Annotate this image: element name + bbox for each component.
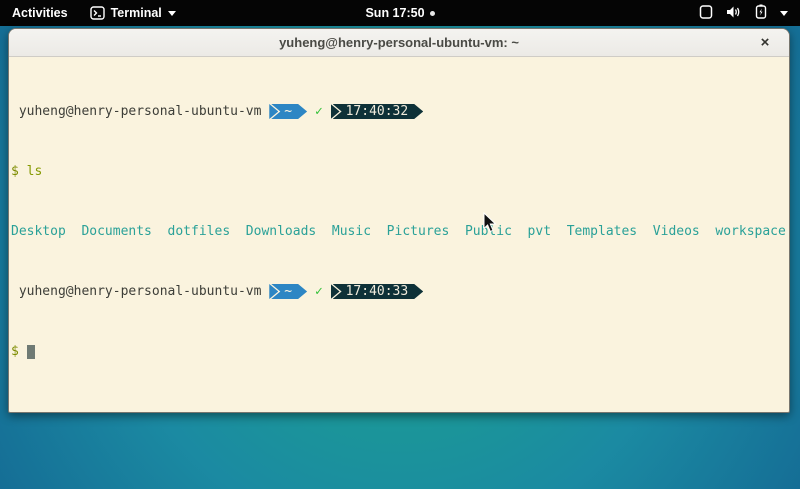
activities-button[interactable]: Activities bbox=[0, 0, 80, 26]
system-status-area[interactable] bbox=[687, 0, 800, 26]
app-menu-terminal[interactable]: Terminal bbox=[80, 0, 186, 26]
system-menu-chevron-icon bbox=[780, 11, 788, 16]
input-line[interactable]: $ bbox=[11, 344, 787, 359]
battery-charging-icon bbox=[755, 4, 767, 22]
mouse-cursor-icon bbox=[483, 212, 497, 238]
prompt-time-segment: 17:40:32 bbox=[333, 104, 424, 119]
command-line: $ ls bbox=[11, 164, 787, 179]
activities-label: Activities bbox=[12, 6, 68, 20]
window-title: yuheng@henry-personal-ubuntu-vm: ~ bbox=[279, 35, 519, 50]
clock-label: Sun 17:50 bbox=[365, 6, 424, 20]
command-text: ls bbox=[27, 164, 43, 179]
chevron-down-icon bbox=[168, 11, 176, 16]
prompt-line: yuheng@henry-personal-ubuntu-vm ~ ✓ 17:4… bbox=[11, 104, 787, 119]
app-menu-label: Terminal bbox=[111, 6, 162, 20]
prompt-user: yuheng@henry-personal-ubuntu-vm bbox=[11, 104, 269, 119]
status-ok-icon: ✓ bbox=[315, 104, 323, 119]
status-ok-icon: ✓ bbox=[315, 284, 323, 299]
terminal-content[interactable]: yuheng@henry-personal-ubuntu-vm ~ ✓ 17:4… bbox=[9, 57, 789, 413]
prompt-line: yuheng@henry-personal-ubuntu-vm ~ ✓ 17:4… bbox=[11, 284, 787, 299]
prompt-symbol: $ bbox=[11, 164, 19, 179]
terminal-window: yuheng@henry-personal-ubuntu-vm: ~ × yuh… bbox=[8, 28, 790, 413]
prompt-user: yuheng@henry-personal-ubuntu-vm bbox=[11, 284, 269, 299]
close-button[interactable]: × bbox=[755, 33, 775, 53]
prompt-symbol: $ bbox=[11, 344, 19, 359]
ls-output: Desktop Documents dotfiles Downloads Mus… bbox=[11, 224, 787, 239]
volume-icon bbox=[726, 5, 742, 22]
display-icon bbox=[699, 5, 713, 22]
window-titlebar[interactable]: yuheng@henry-personal-ubuntu-vm: ~ × bbox=[9, 29, 789, 57]
prompt-time-segment: 17:40:33 bbox=[333, 284, 424, 299]
terminal-cursor bbox=[27, 345, 35, 359]
top-bar: Activities Terminal Sun 17:50 bbox=[0, 0, 800, 26]
terminal-icon bbox=[90, 6, 105, 20]
notification-dot bbox=[430, 11, 435, 16]
